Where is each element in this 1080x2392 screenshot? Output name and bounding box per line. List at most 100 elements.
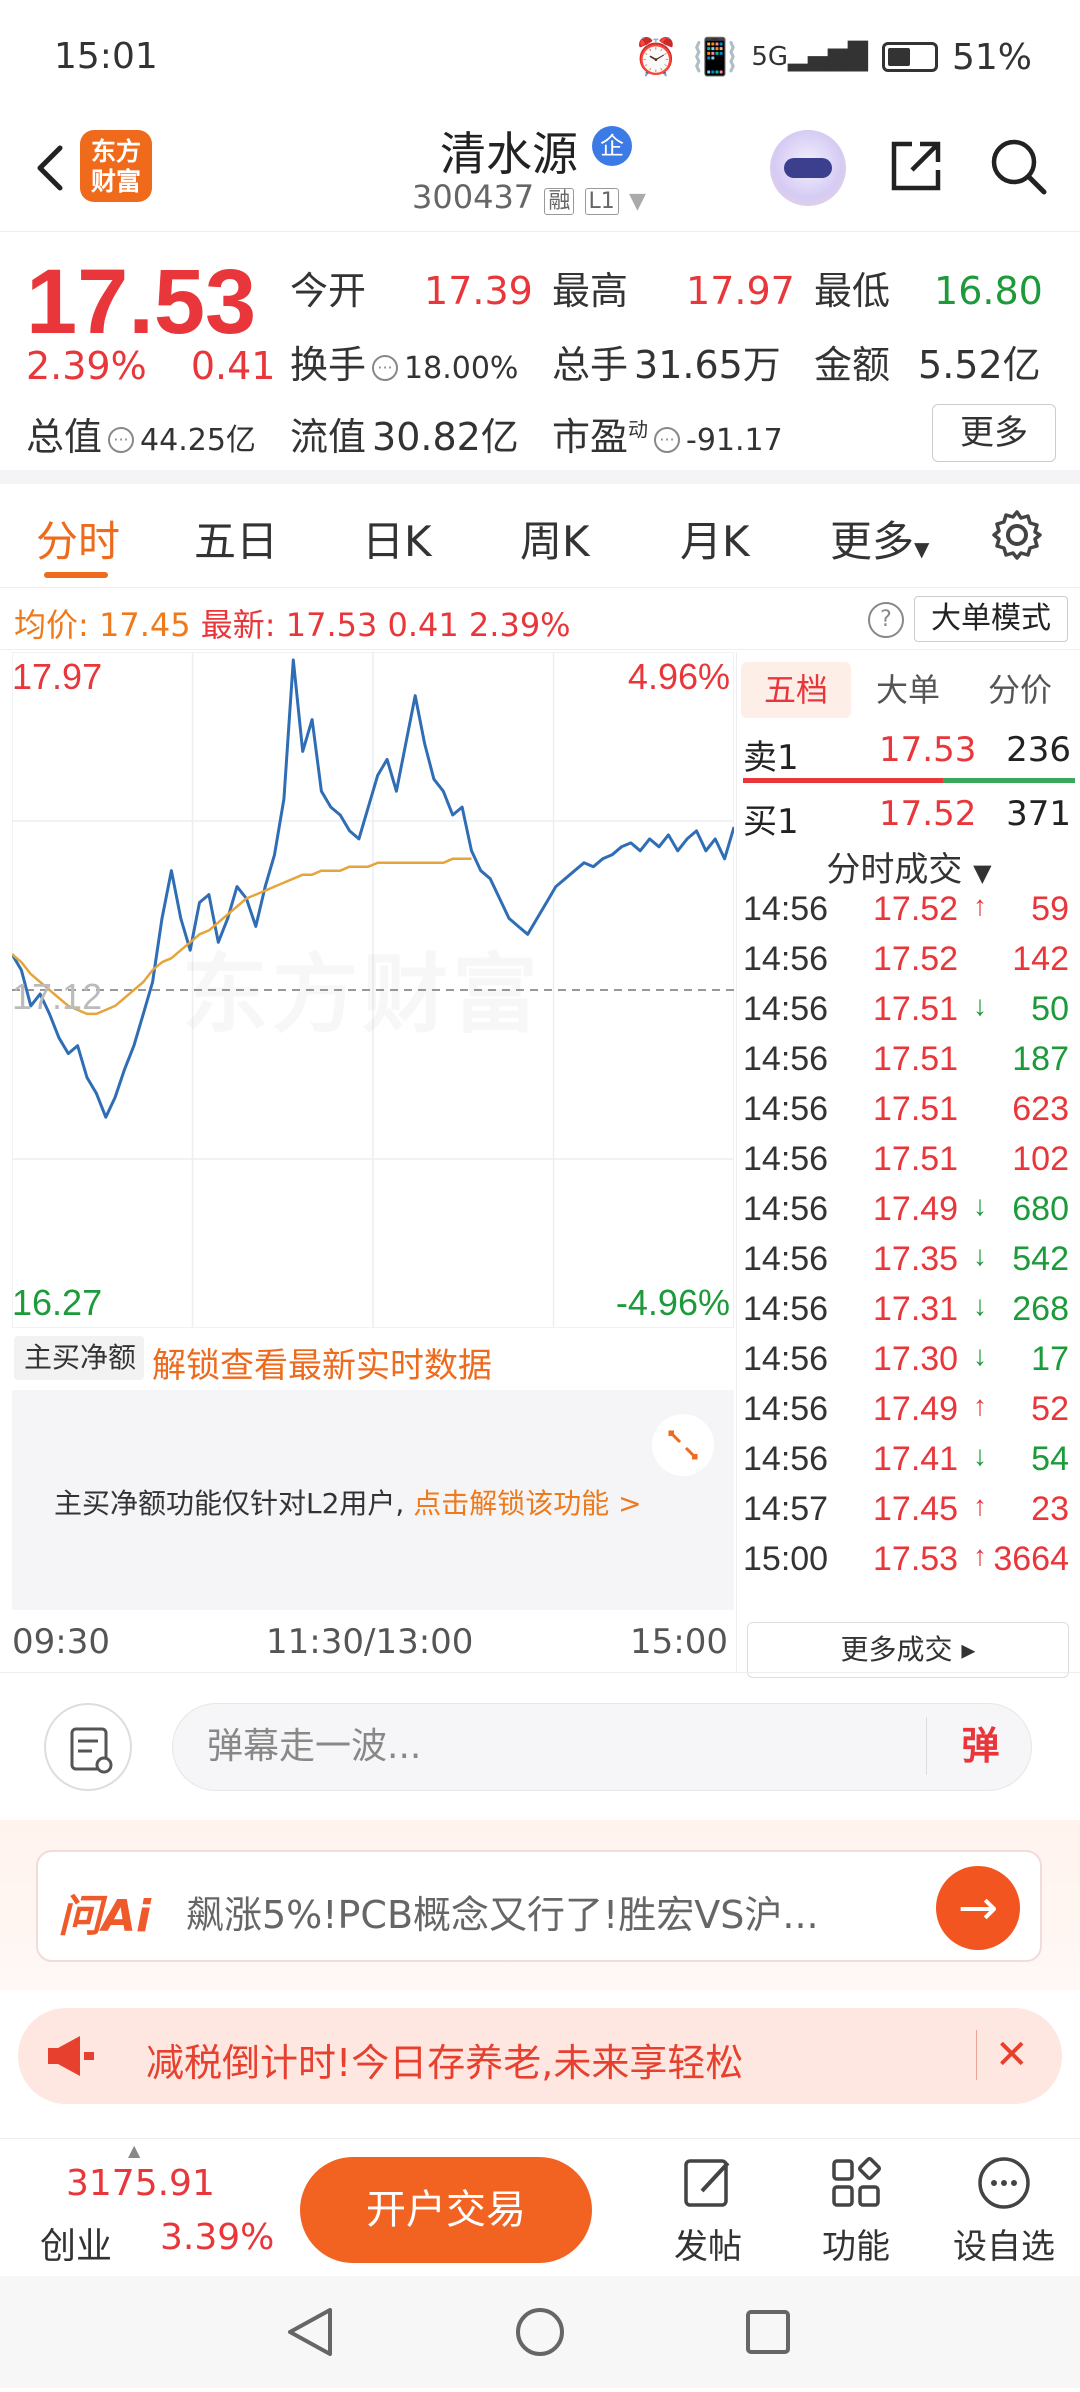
tab-weekly-k[interactable]: 周K: [520, 508, 590, 569]
battery-level: 51%: [951, 36, 1032, 78]
watchlist-label: 设自选: [953, 2227, 1055, 2267]
back-arrow-icon[interactable]: [22, 138, 82, 198]
tick-volume: 59: [1031, 890, 1069, 928]
net-buy-select-label: 主买净额: [24, 1341, 137, 1374]
buy1-price: 17.52: [879, 794, 977, 834]
functions-button[interactable]: 功能: [796, 2153, 916, 2268]
apps-icon: [832, 2156, 882, 2207]
unlock-realtime-link[interactable]: 解锁查看最新实时数据: [152, 1338, 492, 1387]
low-label: 最低: [814, 269, 891, 313]
tab-price-dist[interactable]: 分价: [965, 662, 1075, 718]
tick-direction: ↑: [973, 1390, 987, 1421]
ai-headline: 飙涨5%!PCB概念又行了!胜宏VS沪...: [186, 1893, 819, 1937]
tick-price: 17.52: [873, 890, 959, 928]
tick-row: 14:56 17.49 ↑ 52: [743, 1390, 1075, 1440]
tick-time: 14:56: [743, 1190, 829, 1228]
share-icon[interactable]: [884, 134, 948, 198]
info-icon[interactable]: ···: [108, 426, 135, 453]
latest-change: 0.41: [387, 606, 459, 644]
nav-recents-icon[interactable]: [746, 2310, 790, 2354]
tab-large-orders[interactable]: 大单: [853, 662, 963, 718]
large-order-mode-button[interactable]: 大单模式: [914, 596, 1068, 642]
logo-text-1: 东方: [90, 137, 141, 166]
ai-banner-area: 问Ai 飙涨5%!PCB概念又行了!胜宏VS沪... →: [0, 1820, 1080, 1990]
promo-bar[interactable]: 减税倒计时!今日存养老,未来享轻松 ✕: [18, 2008, 1062, 2104]
tick-row: 14:56 17.52 142: [743, 940, 1075, 990]
tick-time: 14:56: [743, 1390, 829, 1428]
change-amount: 0.41: [190, 344, 276, 388]
intraday-chart[interactable]: 东方财富 17.97 4.96% 17.12 16.27 -4.96%: [12, 652, 734, 1328]
battery-icon: [881, 42, 938, 72]
open-label: 今开: [290, 269, 367, 313]
tick-time: 14:56: [743, 890, 829, 928]
unlock-feature-link[interactable]: 点击解锁该功能 >: [413, 1487, 641, 1520]
volume-label: 总手: [552, 343, 629, 387]
sell1-label: 卖1: [743, 738, 799, 778]
watchlist-button[interactable]: 设自选: [944, 2153, 1064, 2268]
tick-time: 14:56: [743, 1290, 829, 1328]
post-button[interactable]: 发帖: [648, 2153, 768, 2268]
more-deals-button[interactable]: 更多成交 ▸: [747, 1622, 1069, 1678]
close-icon[interactable]: ✕: [976, 2030, 1029, 2080]
more-button[interactable]: 更多: [932, 404, 1056, 462]
tick-volume: 187: [1012, 1040, 1069, 1078]
caret-down-icon: ▼: [914, 537, 930, 561]
nav-home-icon[interactable]: [516, 2308, 564, 2356]
megaphone-icon: [48, 2036, 94, 2076]
enterprise-badge: 企: [592, 126, 632, 166]
expand-icon[interactable]: [652, 1414, 714, 1476]
stock-code-line[interactable]: 300437 融 L1 ▼: [412, 178, 646, 216]
tick-direction: ↑: [973, 1490, 987, 1521]
tab-daily-k[interactable]: 日K: [362, 508, 432, 569]
tick-volume: 268: [1012, 1290, 1069, 1328]
watermark: 东方财富: [182, 945, 542, 1045]
help-icon[interactable]: ?: [868, 602, 904, 638]
tick-time: 14:56: [743, 990, 829, 1028]
buy1-volume: 371: [1006, 794, 1071, 834]
app-logo: 东方 财富: [80, 130, 152, 202]
low-value: 16.80: [934, 269, 1043, 313]
locked-message: 主买净额功能仅针对L2用户, 点击解锁该功能 >: [54, 1482, 642, 1522]
ai-robot-icon[interactable]: [770, 130, 846, 206]
tab-five-levels[interactable]: 五档: [741, 662, 851, 718]
comment-settings-icon[interactable]: [44, 1703, 132, 1791]
danmaku-input[interactable]: 弹幕走一波...: [172, 1703, 1032, 1791]
tab-monthly-k[interactable]: 月K: [680, 508, 750, 569]
gear-icon[interactable]: [990, 508, 1044, 562]
avg-value: 17.45: [98, 606, 191, 644]
search-icon[interactable]: [986, 134, 1050, 198]
change-percent: 2.39%: [26, 344, 147, 388]
danmaku-toggle[interactable]: 弹: [926, 1717, 1034, 1775]
nav-back-icon[interactable]: [288, 2308, 332, 2356]
float-cap-field: 流值 30.82亿: [290, 406, 519, 461]
tick-direction: ↑: [973, 890, 987, 921]
total-cap-field: 总值 ··· 44.25亿: [26, 406, 256, 461]
tick-volume: 52: [1031, 1390, 1069, 1428]
tab-five-day[interactable]: 五日: [194, 508, 278, 569]
pe-value: -91.17: [686, 423, 783, 458]
tick-direction: ↓: [973, 1290, 987, 1321]
y-top-label: 17.97: [12, 656, 103, 697]
prev-close-label: 17.12: [12, 976, 103, 1017]
buy-volume-bar: [943, 778, 1075, 783]
open-account-button[interactable]: 开户交易: [300, 2157, 592, 2263]
ticks-header[interactable]: 分时成交 ▼: [737, 842, 1080, 891]
net-buy-select[interactable]: 主买净额 ▼: [14, 1336, 144, 1420]
info-icon[interactable]: ···: [372, 354, 399, 381]
turnover-field: 换手 ··· 18.00%: [290, 334, 518, 389]
ai-banner[interactable]: 问Ai 飙涨5%!PCB概念又行了!胜宏VS沪... →: [36, 1850, 1042, 1962]
tick-price: 17.30: [873, 1340, 959, 1378]
tab-intraday[interactable]: 分时: [36, 508, 120, 569]
tick-direction: ↓: [973, 1340, 987, 1371]
bottom-toolbar: ▲ 3175.91 创业 3.39% 开户交易 发帖 功能 设自选: [0, 2138, 1080, 2276]
tab-more[interactable]: 更多▼: [830, 508, 929, 569]
tick-row: 14:56 17.49 ↓ 680: [743, 1190, 1075, 1240]
status-time: 15:01: [54, 36, 158, 77]
index-value: 3175.91: [66, 2163, 215, 2204]
tick-time: 14:56: [743, 1040, 829, 1078]
info-icon[interactable]: ···: [654, 426, 681, 453]
tick-time: 14:57: [743, 1490, 829, 1528]
tick-row: 14:56 17.51 623: [743, 1090, 1075, 1140]
arrow-right-icon[interactable]: →: [936, 1866, 1020, 1950]
tick-row: 14:56 17.52 ↑ 59: [743, 890, 1075, 940]
